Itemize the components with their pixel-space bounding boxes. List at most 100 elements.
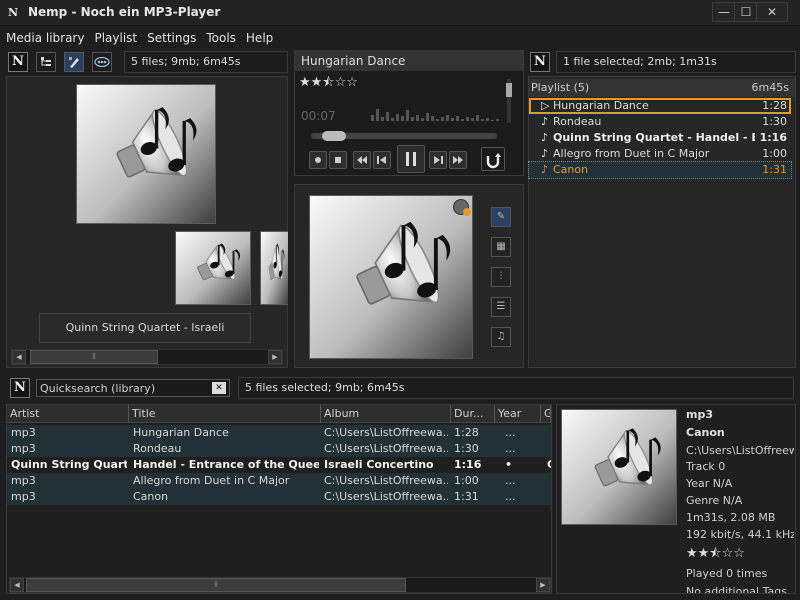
playlist-item[interactable]: ♪ Rondeau 1:30 (529, 114, 791, 130)
column-header[interactable]: Album (321, 405, 451, 423)
spectrum-bar (431, 116, 434, 121)
column-header[interactable]: Title (129, 405, 321, 423)
next-button[interactable] (429, 151, 447, 169)
album-cover-small[interactable] (175, 231, 251, 305)
playlist-item[interactable]: ♪ Allegro from Duet in C Major 1:00 (529, 146, 791, 162)
edit-tags-icon[interactable] (64, 52, 84, 72)
album-cover-large[interactable] (76, 84, 216, 224)
cell-duration: 1:00 (454, 474, 479, 487)
spectrum-bar (441, 117, 444, 121)
cover-flow-icon[interactable] (92, 52, 112, 72)
cell-artist: mp3 (11, 426, 36, 439)
menu-help[interactable]: Help (241, 28, 278, 48)
progress-bar[interactable] (311, 131, 497, 141)
browse-scrollbar[interactable]: ◀ ⦀ ▶ (11, 349, 283, 365)
rewind-button[interactable] (353, 151, 371, 169)
previous-button[interactable] (373, 151, 391, 169)
details-panel (556, 404, 796, 594)
mixer-icon[interactable]: ⫶ (491, 267, 511, 287)
now-playing-cover[interactable] (309, 195, 473, 359)
music-note-icon: ♪ (541, 115, 549, 128)
quicksearch-input[interactable]: Quicksearch (library) ✕ (36, 379, 230, 397)
search-n-button[interactable]: N (10, 378, 30, 398)
scroll-left-icon[interactable]: ◀ (12, 350, 26, 364)
music-note-icon: ♪ (541, 131, 549, 144)
equalizer-icon[interactable]: ▦ (491, 237, 511, 257)
playlist-item[interactable]: ♪ Canon 1:31 (528, 161, 792, 179)
album-cover-small[interactable] (260, 231, 288, 305)
player-panel: Hungarian Dance ★★⯪☆☆ 00:07 (294, 50, 524, 176)
table-row[interactable]: mp3 Hungarian Dance C:\Users\ListOffreewa.… (7, 425, 551, 441)
scroll-right-icon[interactable]: ▶ (536, 578, 550, 592)
elapsed-time: 00:07 (301, 109, 336, 123)
cell-title: Canon (133, 490, 169, 503)
menu-settings[interactable]: Settings (142, 28, 201, 48)
edit-tags-icon[interactable]: ✎ (491, 207, 511, 227)
details-cover[interactable] (561, 409, 677, 525)
playlist-panel: Playlist (5) 6m45s ▷ Hungarian Dance 1:28 ♪… (528, 76, 796, 368)
browse-panel: Quinn String Quartet - Israeli Concertin… (6, 76, 288, 368)
cell-artist: mp3 (11, 474, 36, 487)
grid-rows: mp3 Hungarian Dance C:\Users\ListOffreewa.… (7, 425, 551, 507)
player-cover-panel: ✎ ▦ ⫶ ☰ ♫ (294, 184, 524, 368)
volume-slider[interactable] (506, 79, 512, 123)
menu-media-library[interactable]: Media library (0, 28, 89, 48)
menu-tools[interactable]: Tools (201, 28, 241, 48)
scroll-thumb[interactable]: ⦀ (26, 578, 406, 592)
spectrum-bar (386, 112, 389, 121)
scroll-thumb[interactable]: ⦀ (30, 350, 158, 364)
volume-thumb[interactable] (506, 83, 512, 97)
music-note-icon: ♪ (541, 147, 549, 160)
cell-title: Hungarian Dance (133, 426, 229, 439)
menu-playlist[interactable]: Playlist (89, 28, 142, 48)
table-row[interactable]: mp3 Rondeau C:\Users\ListOffreewa... 1:30..… (7, 441, 551, 457)
library-n-button[interactable]: N (8, 52, 28, 72)
stop-button[interactable] (329, 151, 347, 169)
column-header[interactable]: Dur... (451, 405, 495, 423)
tree-view-icon[interactable] (36, 52, 56, 72)
table-row[interactable]: Quinn String Quart... Handel - Entrance o… (7, 457, 551, 473)
play-triangle-icon: ▷ (541, 99, 550, 112)
headphones-icon[interactable]: ♫ (491, 327, 511, 347)
table-row[interactable]: mp3 Allegro from Duet in C Major C:\Users\… (7, 473, 551, 489)
spectrum-bar (381, 117, 384, 121)
repeat-icon[interactable] (481, 147, 505, 171)
close-button[interactable]: ✕ (756, 2, 788, 22)
spectrum-bar (476, 115, 479, 121)
clear-search-icon[interactable]: ✕ (212, 382, 226, 394)
detail-rating[interactable]: ★★⯪☆☆ (686, 544, 745, 566)
player-rating[interactable]: ★★⯪☆☆ (299, 73, 358, 90)
progress-thumb[interactable] (322, 131, 347, 141)
grid-scrollbar[interactable]: ◀ ⦀ ▶ (9, 577, 551, 593)
playlist-item[interactable]: ♪ Quinn String Quartet - Handel - E... 1:1… (529, 130, 791, 146)
scroll-left-icon[interactable]: ◀ (10, 578, 24, 592)
cell-year: ... (505, 474, 516, 487)
fast-forward-button[interactable] (449, 151, 467, 169)
record-button[interactable] (309, 151, 327, 169)
pause-button[interactable] (397, 145, 425, 173)
library-grid: ArtistTitleAlbumDur...YearG mp3 Hungarian… (6, 404, 552, 594)
cell-duration: 1:16 (454, 458, 482, 471)
app-logo-icon: N (7, 6, 19, 19)
playlist-item-title: Hungarian Dance (553, 99, 649, 112)
minimize-button[interactable]: — (712, 2, 736, 22)
playlist-item-title: Allegro from Duet in C Major (553, 147, 710, 160)
playlist-n-button[interactable]: N (530, 52, 550, 72)
column-header[interactable]: G (541, 405, 551, 423)
cell-year: ... (505, 490, 516, 503)
now-playing-title: Hungarian Dance (295, 51, 523, 71)
playlist-item[interactable]: ▷ Hungarian Dance 1:28 (529, 98, 791, 114)
spectrum-bar (461, 119, 464, 121)
window-title: Nemp - Noch ein MP3-Player (28, 5, 221, 19)
cell-album: C:\Users\ListOffreewa... (324, 426, 448, 439)
cell-album: C:\Users\ListOffreewa... (324, 490, 448, 503)
playlist-item-duration: 1:00 (762, 147, 787, 160)
effects-icon[interactable]: ☰ (491, 297, 511, 317)
spectrum-bar (391, 118, 394, 121)
table-row[interactable]: mp3 Canon C:\Users\ListOffreewa... 1:31... (7, 489, 551, 505)
column-header[interactable]: Year (495, 405, 541, 423)
maximize-button[interactable]: ☐ (734, 2, 758, 22)
scroll-right-icon[interactable]: ▶ (268, 350, 282, 364)
cover-download-icon[interactable] (453, 199, 471, 216)
column-header[interactable]: Artist (7, 405, 129, 423)
